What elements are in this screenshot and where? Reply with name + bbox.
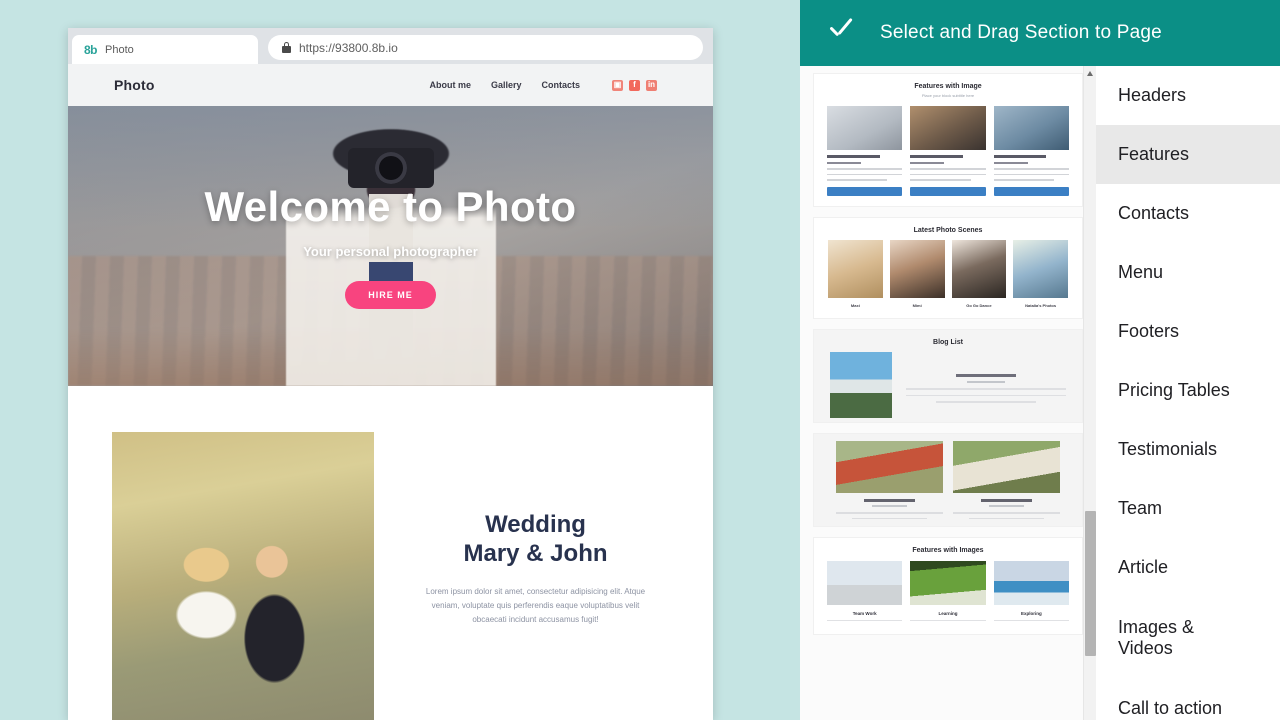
thumb-photo (951, 240, 1007, 298)
browser-tab[interactable]: 8b Photo (72, 35, 258, 64)
app-root: 8b Photo https://93800.8b.io Photo About… (0, 0, 1280, 720)
thumb-photo-caption: Go Go Dance (966, 303, 992, 308)
browser-chrome-bar: 8b Photo https://93800.8b.io (68, 28, 713, 64)
category-list: Headers Features Contacts Menu Footers P… (1096, 66, 1280, 720)
category-item-images-and-videos[interactable]: Images & Videos (1096, 597, 1280, 679)
thumb-card: Learning (910, 561, 986, 622)
category-item-label-line1: Images & (1118, 616, 1195, 637)
wedding-title: Wedding Mary & John (416, 510, 655, 569)
category-item-article[interactable]: Article (1096, 538, 1280, 597)
scroll-up-arrow[interactable] (1087, 71, 1093, 76)
category-item-headers[interactable]: Headers (1096, 66, 1280, 125)
category-item-label-line2: Videos (1118, 638, 1173, 658)
section-thumbnail-list[interactable]: Features with Image Place your block sub… (800, 66, 1096, 720)
category-item-footers[interactable]: Footers (1096, 302, 1280, 361)
hire-me-button[interactable]: HIRE ME (345, 281, 436, 309)
address-bar-url: https://93800.8b.io (299, 40, 398, 55)
thumb-photo-caption: Natalia's Photos (1025, 303, 1057, 308)
thumb-subtitle: Place your block subtitle here (921, 93, 975, 98)
thumb-card-image (910, 561, 986, 605)
hero-section: Welcome to Photo Your personal photograp… (68, 106, 713, 386)
hero-camera (347, 148, 434, 188)
facebook-icon[interactable]: f (629, 79, 640, 91)
thumb-card-image (836, 441, 943, 493)
category-item-testimonials[interactable]: Testimonials (1096, 420, 1280, 479)
site-header: Photo About me Gallery Contacts ▣ f in (68, 64, 713, 106)
wedding-body-text: Lorem ipsum dolor sit amet, consectetur … (425, 586, 646, 624)
thumb-card-button (910, 186, 986, 196)
wedding-photo (112, 432, 374, 720)
wedding-title-line2: Mary & John (463, 540, 608, 568)
wedding-title-line1: Wedding (485, 511, 586, 538)
panel-title: Select and Drag Section to Page (880, 22, 1162, 43)
thumb-title: Features with Images (912, 547, 984, 554)
site-logo[interactable]: Photo (114, 77, 155, 93)
thumb-card-button (993, 186, 1069, 196)
thumb-card (993, 106, 1069, 196)
thumb-card-image (827, 106, 903, 150)
category-item-contacts[interactable]: Contacts (1096, 184, 1280, 243)
site-nav: About me Gallery Contacts ▣ f in (429, 79, 657, 91)
thumb-card-caption: Learning (938, 611, 958, 616)
check-icon[interactable] (826, 18, 856, 48)
thumb-card-caption: Exploring (1020, 611, 1042, 616)
thumb-card (953, 441, 1060, 519)
browser-window: 8b Photo https://93800.8b.io Photo About… (68, 28, 713, 720)
address-bar[interactable]: https://93800.8b.io (268, 35, 703, 60)
thumb-card-image (910, 106, 986, 150)
thumb-card (836, 441, 943, 519)
thumb-card: Exploring (993, 561, 1069, 622)
category-item-features[interactable]: Features (1096, 125, 1280, 184)
thumb-card: Team Work (827, 561, 903, 622)
category-item-menu[interactable]: Menu (1096, 243, 1280, 302)
nav-item-about-me[interactable]: About me (429, 80, 471, 90)
thumb-card-image (993, 106, 1069, 150)
thumb-photo-caption: Mimi (912, 303, 922, 308)
section-thumbnail-latest-photo-scenes[interactable]: Latest Photo Scenes Maxi Mimi Go Go Danc… (814, 218, 1082, 318)
nav-item-gallery[interactable]: Gallery (491, 80, 522, 90)
section-thumbnail-blog-list[interactable]: Blog List (814, 330, 1082, 422)
panel-header: Select and Drag Section to Page (800, 0, 1280, 66)
thumb-title: Features with Image (914, 83, 982, 90)
hero-title: Welcome to Photo (204, 183, 577, 230)
wedding-section: Wedding Mary & John Lorem ipsum dolor si… (68, 386, 713, 720)
thumb-blog-image (830, 352, 892, 418)
thumb-card (827, 106, 903, 196)
thumb-title: Latest Photo Scenes (913, 227, 983, 234)
thumb-card-image (827, 561, 903, 605)
nav-item-contacts[interactable]: Contacts (541, 80, 580, 90)
category-item-team[interactable]: Team (1096, 479, 1280, 538)
panel-scrollbar[interactable] (1083, 66, 1096, 720)
thumb-card (910, 106, 986, 196)
category-item-call-to-action[interactable]: Call to action (1096, 679, 1280, 720)
hero-subtitle: Your personal photographer (303, 244, 478, 259)
linkedin-icon[interactable]: in (646, 79, 657, 91)
8b-logo-icon: 8b (84, 42, 98, 57)
section-thumbnail-features-with-image[interactable]: Features with Image Place your block sub… (814, 74, 1082, 206)
section-picker-panel: Select and Drag Section to Page Features… (800, 0, 1280, 720)
thumb-photo-caption: Maxi (850, 303, 860, 308)
thumb-card-caption: Team Work (852, 611, 877, 616)
browser-tab-title: Photo (105, 43, 134, 56)
thumb-card-button (827, 186, 903, 196)
lock-icon (282, 42, 291, 53)
social-links: ▣ f in (612, 79, 657, 91)
thumb-photo (889, 240, 945, 298)
section-thumbnail-two-cards[interactable] (814, 434, 1082, 526)
category-item-pricing-tables[interactable]: Pricing Tables (1096, 361, 1280, 420)
thumb-title: Blog List (933, 339, 963, 346)
scrollbar-thumb[interactable] (1085, 511, 1096, 656)
instagram-icon[interactable]: ▣ (612, 79, 623, 91)
section-thumbnail-features-with-images[interactable]: Features with Images Team Work Learning (814, 538, 1082, 634)
thumb-photo (828, 240, 883, 298)
thumb-card-image (953, 441, 1060, 493)
thumb-card-image (993, 561, 1069, 605)
thumb-photo (1013, 240, 1068, 298)
